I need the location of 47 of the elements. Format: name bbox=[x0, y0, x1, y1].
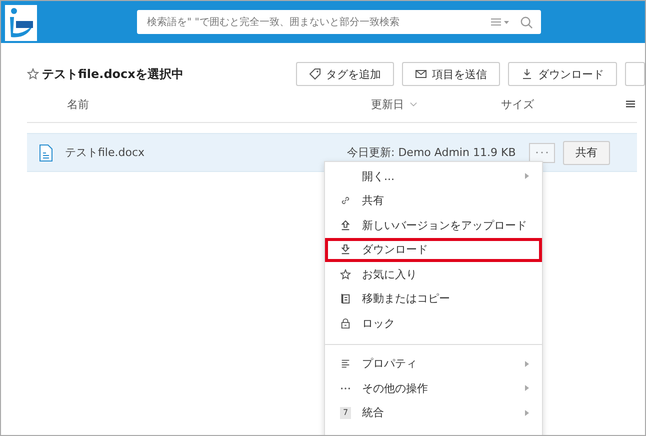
count-badge: 7 bbox=[340, 406, 352, 419]
tag-icon bbox=[309, 68, 321, 80]
file-row[interactable]: テストfile.docx 今日更新: Demo Admin 11.9 KB 共有 bbox=[27, 133, 637, 172]
submenu-arrow-icon bbox=[525, 385, 529, 392]
menu-item[interactable]: ロック bbox=[325, 311, 542, 336]
menu-item[interactable]: 共有 bbox=[325, 188, 542, 213]
menu-item[interactable]: プロパティ bbox=[325, 352, 542, 376]
more-button[interactable] bbox=[529, 142, 555, 162]
ellipsis-icon bbox=[535, 151, 549, 154]
link-icon bbox=[340, 195, 351, 206]
star-icon bbox=[340, 268, 351, 280]
size-text: 11.9 KB bbox=[473, 146, 517, 159]
share-button[interactable]: 共有 bbox=[563, 140, 610, 164]
action-button[interactable]: タグを追加 bbox=[296, 62, 394, 86]
menu-item[interactable]: お気に入り bbox=[325, 262, 542, 286]
filter-icon[interactable] bbox=[490, 17, 510, 27]
envelope-icon bbox=[415, 68, 427, 80]
menu-icon[interactable] bbox=[626, 100, 635, 108]
download-icon bbox=[340, 244, 351, 256]
lock-icon bbox=[340, 318, 351, 329]
column-header[interactable]: 更新日 bbox=[371, 96, 404, 112]
file-name[interactable]: テストfile.docx bbox=[65, 145, 347, 160]
submenu-arrow-icon bbox=[525, 173, 529, 180]
modified-text: 今日更新: Demo Admin bbox=[347, 145, 470, 160]
upload-icon bbox=[340, 220, 351, 231]
menu-item[interactable]: その他の操作 bbox=[325, 376, 542, 400]
chevron-icon[interactable] bbox=[410, 102, 417, 106]
document-icon bbox=[39, 144, 53, 162]
action-button[interactable]: ダウンロード bbox=[508, 62, 617, 86]
search-icon[interactable] bbox=[520, 16, 533, 28]
star-icon[interactable] bbox=[27, 68, 39, 80]
menu-item[interactable]: 移動またはコピー bbox=[325, 286, 542, 311]
menu-item[interactable]: ダウンロード bbox=[325, 238, 542, 262]
download-icon bbox=[521, 68, 533, 80]
list-icon bbox=[340, 358, 351, 370]
action-button[interactable] bbox=[625, 62, 645, 86]
menu-item[interactable]: 新しいバージョンをアップロード bbox=[325, 213, 542, 238]
copy-icon bbox=[340, 293, 351, 304]
menu-item[interactable]: 7 統合 bbox=[325, 400, 542, 425]
submenu-arrow-icon bbox=[525, 360, 529, 367]
logo-icon[interactable] bbox=[5, 5, 37, 41]
action-button[interactable]: 項目を送信 bbox=[402, 62, 500, 86]
search-field[interactable]: 検索語を" "で囲むと完全一致、囲まないと部分一致検索 bbox=[137, 10, 541, 34]
submenu-arrow-icon bbox=[525, 410, 529, 416]
column-header[interactable]: サイズ bbox=[501, 96, 534, 112]
selection-title: テストfile.docxを選択中 bbox=[42, 66, 184, 82]
column-header[interactable]: 名前 bbox=[67, 96, 371, 112]
